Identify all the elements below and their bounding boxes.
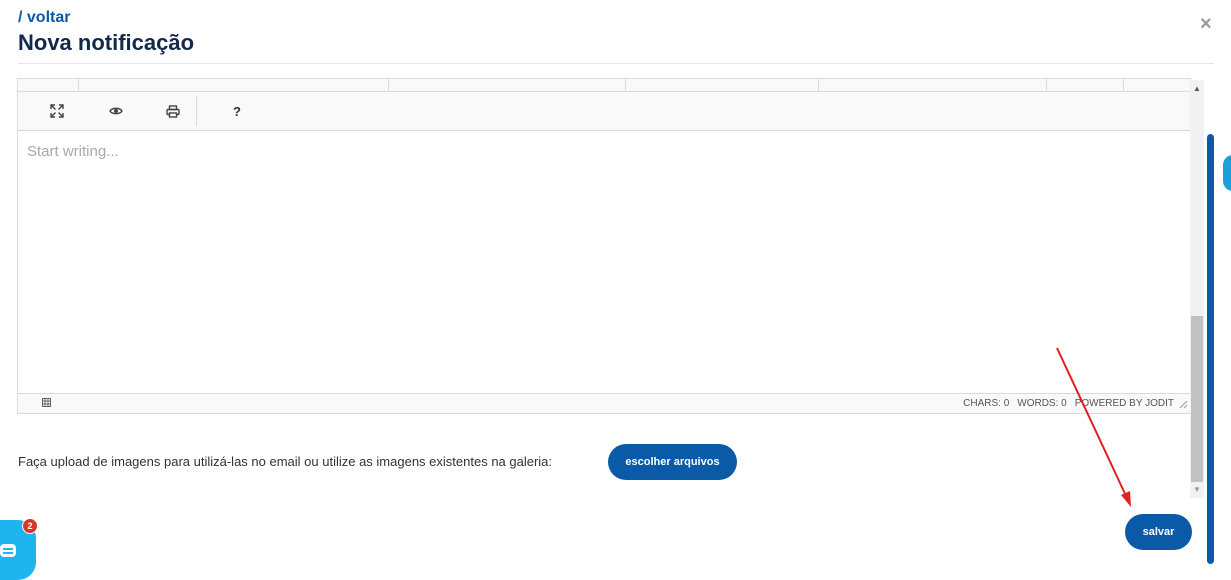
toolbar-separator [196,96,197,126]
choose-files-button[interactable]: escolher arquivos [608,444,737,480]
scrollbar-thumb[interactable] [1191,316,1203,482]
powered-by-link[interactable]: POWERED BY JODIT [1075,398,1174,409]
notification-modal: / voltar Nova notificação × ? Start writ… [0,0,1218,578]
editor-status-bar: CHARS: 0 WORDS: 0 POWERED BY JODIT [18,393,1190,413]
status-counters: CHARS: 0 WORDS: 0 POWERED BY JODIT [963,398,1174,409]
side-tab[interactable] [1223,155,1231,191]
editor-toolbar: ? [18,92,1190,131]
save-button[interactable]: salvar [1125,514,1192,550]
close-button[interactable]: × [1200,14,1212,34]
page-title: Nova notificação [18,30,195,55]
upload-instructions: Faça upload de imagens para utilizá-las … [18,454,553,469]
page-scrollbar[interactable] [1207,134,1214,564]
help-icon[interactable]: ? [224,99,250,123]
words-count: WORDS: 0 [1017,398,1067,409]
back-link[interactable]: / voltar [18,9,70,27]
toolbar-separator [388,79,389,91]
chat-icon [0,544,16,557]
toolbar-separator [818,79,819,91]
editor-placeholder: Start writing... [27,143,119,160]
help-label: ? [233,103,241,119]
resize-handle-icon[interactable] [1177,398,1188,412]
scroll-down-arrow-icon[interactable]: ▼ [1190,485,1204,494]
print-icon[interactable] [160,99,186,123]
toolbar-separator [1046,79,1047,91]
editor-content-area[interactable]: Start writing... [18,131,1190,393]
toolbar-separator [78,79,79,91]
header-divider [18,63,1214,64]
table-icon[interactable] [42,398,51,410]
editor-toolbar-upper [18,79,1190,92]
toolbar-separator [1123,79,1124,91]
scroll-up-arrow-icon[interactable]: ▲ [1190,84,1204,93]
preview-icon[interactable] [103,99,129,123]
chars-count: CHARS: 0 [963,398,1010,409]
modal-scrollbar[interactable]: ▲ ▼ [1190,80,1204,498]
fullsize-icon[interactable] [44,99,70,123]
toolbar-separator [625,79,626,91]
rich-text-editor: ? Start writing... CHARS: 0 WORDS: 0 POW… [17,78,1191,414]
notification-badge: 2 [22,518,38,534]
